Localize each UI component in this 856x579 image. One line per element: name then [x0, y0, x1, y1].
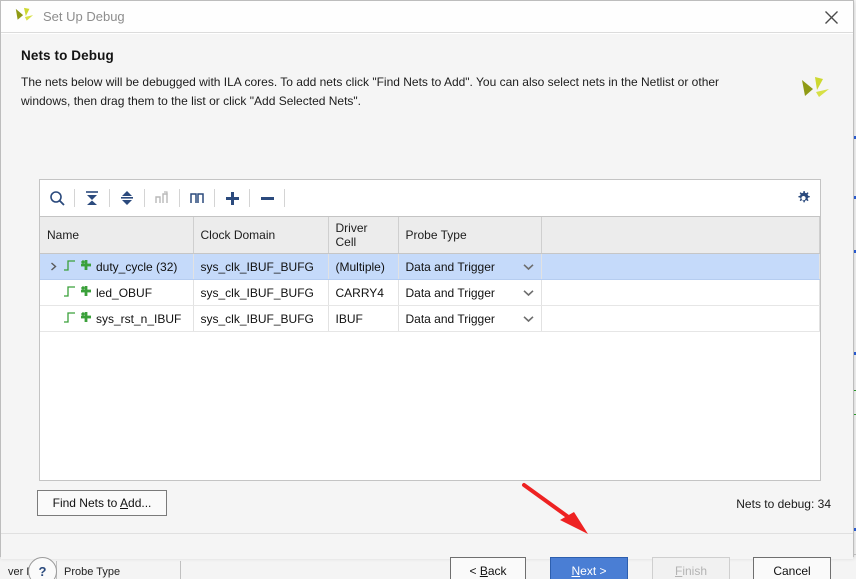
net-name: sys_rst_n_IBUF [96, 311, 182, 326]
find-nets-label: Find Nets to Add... [52, 496, 152, 510]
nets-toolbar [40, 180, 820, 217]
cell-clock-domain: sys_clk_IBUF_BUFG [193, 253, 329, 280]
search-icon[interactable] [40, 181, 74, 215]
dialog-body: Nets to Debug The nets below will be deb… [1, 33, 853, 579]
waveform-icon [63, 311, 76, 327]
column-header-clock-domain[interactable]: Clock Domain [193, 217, 329, 254]
probe-type-value: Data and Trigger [405, 259, 495, 274]
table-row[interactable]: sys_rst_n_IBUF sys_clk_IBUF_BUFG IBUF Da… [40, 305, 820, 332]
cell-filler [541, 279, 820, 306]
column-header-probe-type[interactable]: Probe Type [398, 217, 542, 254]
find-nets-to-add-button[interactable]: Find Nets to Add... [37, 490, 167, 516]
net-name: led_OBUF [96, 285, 153, 300]
cell-filler [541, 305, 820, 332]
group-nets-icon [145, 181, 179, 215]
cell-driver-cell: CARRY4 [328, 279, 399, 306]
table-header-row: Name Clock Domain Driver Cell Probe Type [40, 217, 820, 254]
page-description: The nets below will be debugged with ILA… [21, 75, 720, 108]
cell-probe-type[interactable]: Data and Trigger [398, 253, 542, 280]
net-name: duty_cycle (32) [96, 259, 178, 274]
remove-nets-icon[interactable] [250, 181, 284, 215]
cell-probe-type[interactable]: Data and Trigger [398, 279, 542, 306]
nets-to-debug-count: Nets to debug: 34 [736, 497, 831, 511]
next-button[interactable]: Next > [550, 557, 628, 579]
finish-label: Finish [674, 564, 708, 578]
cancel-label: Cancel [773, 564, 811, 578]
probe-type-value: Data and Trigger [405, 311, 495, 326]
chevron-down-icon[interactable] [522, 312, 534, 326]
help-button[interactable]: ? [28, 557, 57, 579]
column-header-filler [541, 217, 820, 254]
table-settings-button[interactable] [795, 180, 812, 216]
table-row[interactable]: duty_cycle (32) sys_clk_IBUF_BUFG (Multi… [40, 253, 820, 280]
close-icon[interactable] [819, 5, 843, 29]
cell-name[interactable]: sys_rst_n_IBUF [40, 305, 194, 332]
column-header-name[interactable]: Name [40, 217, 194, 254]
dialog-footer: ? < Back Next > Finish Cancel [1, 534, 853, 579]
dialog-title: Set Up Debug [43, 9, 125, 24]
xilinx-logo-icon [797, 76, 831, 108]
next-label: Next > [571, 564, 607, 578]
expand-row-icon[interactable] [47, 262, 59, 271]
cell-name[interactable]: duty_cycle (32) [40, 253, 194, 280]
cell-driver-cell: (Multiple) [328, 253, 399, 280]
screen: ? 2 1 0 ver Pin Probe Type [0, 0, 856, 579]
waveform-icon [63, 259, 76, 275]
column-header-driver-cell[interactable]: Driver Cell [328, 217, 399, 254]
cell-filler [541, 253, 820, 280]
cell-probe-type[interactable]: Data and Trigger [398, 305, 542, 332]
net-icon [80, 285, 92, 300]
finish-button: Finish [652, 557, 730, 579]
net-icon [80, 259, 92, 274]
waveform-icon [63, 285, 76, 301]
chevron-down-icon[interactable] [522, 286, 534, 300]
cell-driver-cell: IBUF [328, 305, 399, 332]
gear-icon [798, 190, 810, 202]
table-row[interactable]: led_OBUF sys_clk_IBUF_BUFG CARRY4 Data a… [40, 279, 820, 306]
vivado-logo-icon [13, 7, 35, 27]
chevron-down-icon[interactable] [522, 260, 534, 274]
probe-type-value: Data and Trigger [405, 285, 495, 300]
back-label: < Back [469, 564, 507, 578]
cell-clock-domain: sys_clk_IBUF_BUFG [193, 279, 329, 306]
collapse-all-icon[interactable] [75, 181, 109, 215]
nets-table: Name Clock Domain Driver Cell Probe Type [40, 217, 820, 332]
cancel-button[interactable]: Cancel [753, 557, 831, 579]
back-button[interactable]: < Back [450, 557, 526, 579]
cell-clock-domain: sys_clk_IBUF_BUFG [193, 305, 329, 332]
net-icon [80, 311, 92, 326]
dialog-titlebar: Set Up Debug [1, 1, 853, 33]
page-title: Nets to Debug [21, 48, 114, 63]
add-nets-icon[interactable] [215, 181, 249, 215]
dialog-header-area: Nets to Debug The nets below will be deb… [1, 34, 853, 111]
set-up-debug-dialog: Set Up Debug Nets to Debug The nets belo… [0, 0, 854, 579]
nets-table-panel: Name Clock Domain Driver Cell Probe Type [39, 179, 821, 481]
cell-name[interactable]: led_OBUF [40, 279, 194, 306]
ungroup-nets-icon[interactable] [180, 181, 214, 215]
expand-all-icon[interactable] [110, 181, 144, 215]
